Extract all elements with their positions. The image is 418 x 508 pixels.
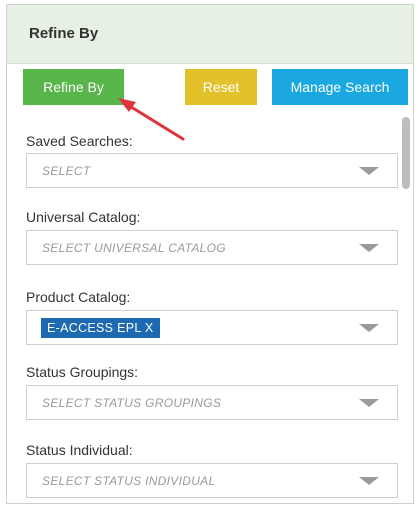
reset-button[interactable]: Reset xyxy=(185,69,257,105)
universal-catalog-placeholder: SELECT UNIVERSAL CATALOG xyxy=(42,241,226,255)
status-individual-label: Status Individual: xyxy=(26,442,133,458)
saved-searches-label: Saved Searches: xyxy=(26,133,133,149)
saved-searches-placeholder: SELECT xyxy=(42,164,91,178)
universal-catalog-label: Universal Catalog: xyxy=(26,209,141,225)
refine-panel: Refine By Refine By Reset Manage Search … xyxy=(6,4,414,504)
caret-down-icon xyxy=(359,399,379,407)
product-catalog-select[interactable]: E-ACCESS EPL X xyxy=(26,310,398,345)
product-catalog-label: Product Catalog: xyxy=(26,289,131,305)
caret-down-icon xyxy=(359,244,379,252)
caret-down-icon xyxy=(359,324,379,332)
selected-tag[interactable]: E-ACCESS EPL X xyxy=(41,318,160,338)
caret-down-icon xyxy=(359,477,379,485)
caret-down-icon xyxy=(359,167,379,175)
status-groupings-placeholder: SELECT STATUS GROUPINGS xyxy=(42,396,222,410)
refine-by-button[interactable]: Refine By xyxy=(23,69,124,105)
saved-searches-select[interactable]: SELECT xyxy=(26,153,398,188)
panel-title: Refine By xyxy=(29,25,99,42)
status-groupings-label: Status Groupings: xyxy=(26,364,139,380)
status-individual-select[interactable]: SELECT STATUS INDIVIDUAL xyxy=(26,463,398,498)
scrollbar[interactable] xyxy=(399,113,413,503)
manage-search-button[interactable]: Manage Search xyxy=(272,69,408,105)
panel-header: Refine By xyxy=(7,5,413,64)
scrollbar-thumb[interactable] xyxy=(402,117,410,189)
universal-catalog-select[interactable]: SELECT UNIVERSAL CATALOG xyxy=(26,230,398,265)
status-groupings-select[interactable]: SELECT STATUS GROUPINGS xyxy=(26,385,398,420)
status-individual-placeholder: SELECT STATUS INDIVIDUAL xyxy=(42,474,216,488)
